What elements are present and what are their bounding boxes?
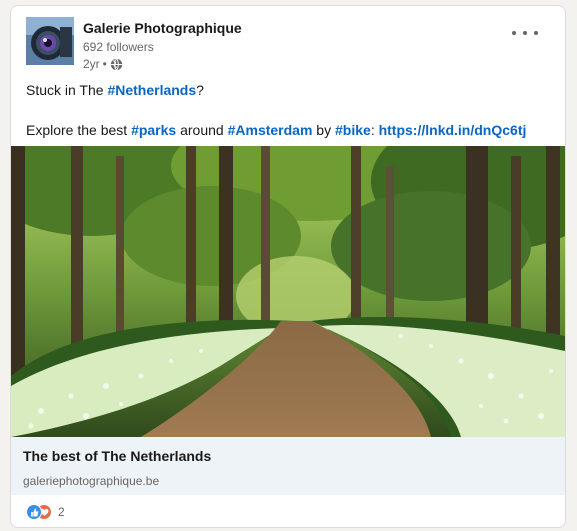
hashtag-netherlands[interactable]: #Netherlands [107, 82, 196, 98]
like-icon [26, 504, 42, 520]
text-segment: Stuck in The [26, 82, 108, 98]
reaction-count[interactable]: 2 [58, 505, 65, 519]
link-preview-title[interactable]: The best of The Netherlands [23, 448, 211, 464]
shortened-link[interactable]: https://lnkd.in/dnQc6tj [379, 122, 527, 138]
author-avatar[interactable] [26, 17, 74, 65]
follower-count: 692 followers [83, 40, 154, 54]
text-segment: ? [196, 82, 204, 98]
more-horizontal-icon[interactable] [512, 25, 538, 41]
text-segment: around [176, 122, 228, 138]
hashtag-parks[interactable]: #parks [131, 122, 176, 138]
post-meta: 2yr • [83, 57, 123, 71]
post-body: Stuck in The #Netherlands? Explore the b… [26, 80, 546, 140]
link-preview-domain: galeriephotographique.be [23, 474, 160, 488]
post-text-line-1: Stuck in The #Netherlands? [26, 80, 546, 100]
text-segment: by [312, 122, 335, 138]
hashtag-bike[interactable]: #bike [335, 122, 371, 138]
meta-separator: • [102, 57, 107, 71]
reaction-icons [26, 504, 54, 520]
social-counts[interactable]: 2 [26, 503, 65, 521]
link-preview[interactable]: The best of The Netherlands galeriephoto… [11, 437, 565, 495]
post-text-line-2: Explore the best #parks around #Amsterda… [26, 120, 546, 140]
post-age: 2yr [83, 57, 100, 71]
globe-icon [110, 57, 123, 71]
text-segment: Explore the best [26, 122, 132, 138]
feed-post-card: Galerie Photographique 692 followers 2yr… [10, 5, 566, 528]
hashtag-amsterdam[interactable]: #Amsterdam [228, 122, 313, 138]
author-name[interactable]: Galerie Photographique [83, 20, 242, 36]
forest-path-photo[interactable] [11, 146, 565, 437]
text-segment: : [370, 122, 379, 138]
post-header: Galerie Photographique 692 followers 2yr… [26, 17, 546, 75]
